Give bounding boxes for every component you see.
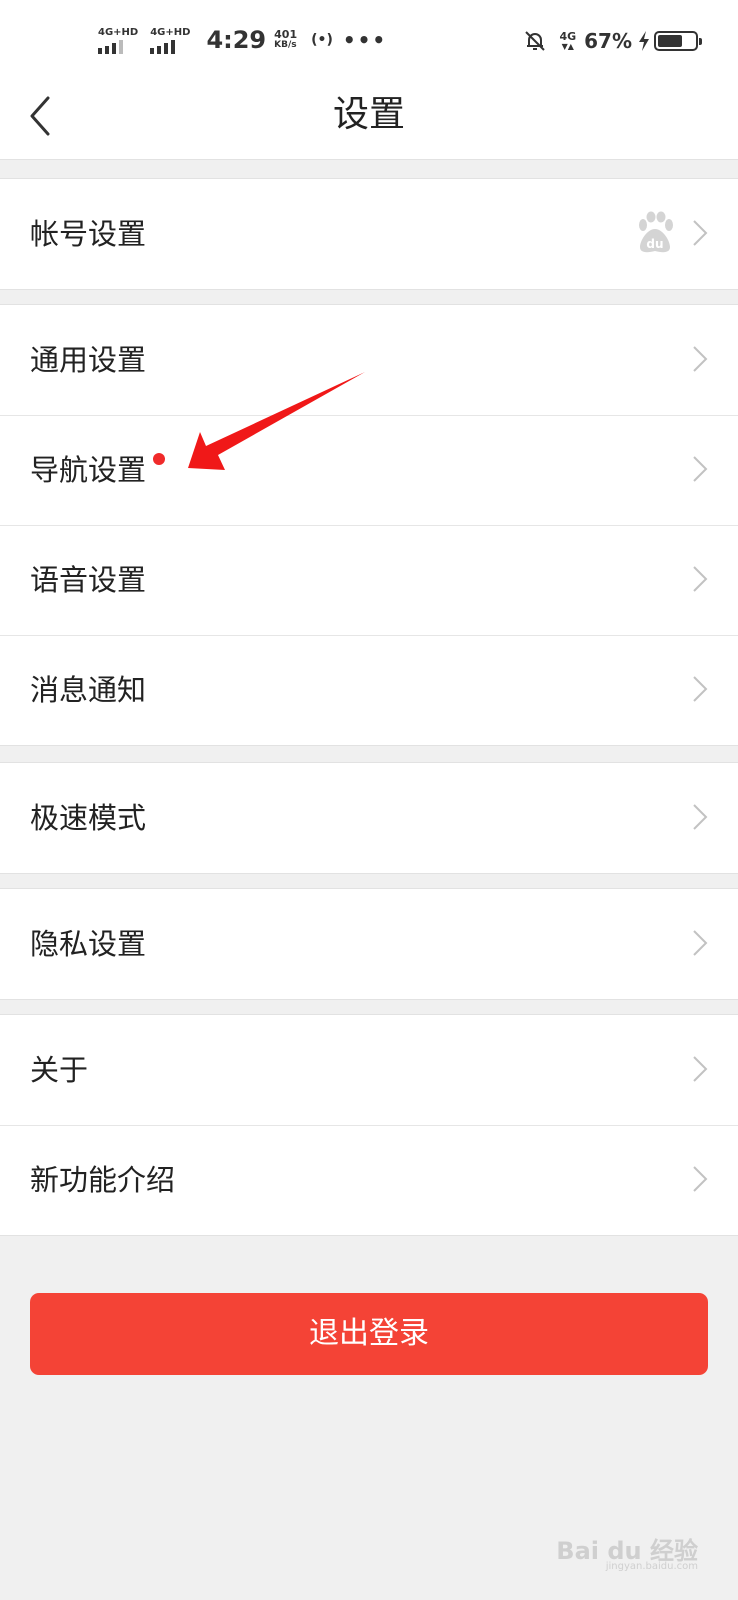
sim1-label: 4G+HD [98,26,139,38]
battery-tip [699,38,702,45]
settings-item-speed-mode[interactable]: 极速模式 [0,763,738,873]
settings-item-notifications[interactable]: 消息通知 [0,635,738,745]
svg-text:du: du [646,237,663,251]
settings-item-label: 新功能介绍 [30,1163,176,1197]
status-time: 4:29 [206,26,267,54]
chevron-right-icon [693,566,708,592]
logout-button[interactable]: 退出登录 [30,1293,708,1375]
baidu-paw-icon: du [639,211,673,253]
net-speed-unit: KB/s [274,40,297,50]
chevron-right-icon [693,346,708,372]
signal-bars-icon [98,39,123,54]
sim2-label: 4G+HD [150,26,191,38]
network-indicator: 4G ▼▲ [559,31,576,51]
settings-group-general: 通用设置 导航设置 语音设置 消息通知 [0,304,738,746]
settings-group-privacy: 隐私设置 [0,888,738,1000]
settings-item-label: 极速模式 [30,801,147,835]
net-speed: 401 KB/s [274,29,297,51]
battery-icon [654,31,702,51]
settings-item-label: 关于 [30,1053,89,1087]
status-left: 4G+HD 4G+HD 4:29 401 KB/s (•) ••• [98,22,387,58]
status-right: 4G ▼▲ 67% [523,24,702,58]
chevron-right-icon [693,220,708,246]
more-notifications-icon: ••• [342,28,388,52]
settings-item-label: 隐私设置 [30,927,147,961]
settings-item-whats-new[interactable]: 新功能介绍 [0,1125,738,1235]
chevron-right-icon [693,1056,708,1082]
settings-item-privacy[interactable]: 隐私设置 [0,889,738,999]
settings-item-label: 导航设置 [30,453,147,487]
signal-bars-icon [150,39,176,54]
new-badge-dot [153,453,165,465]
chevron-right-icon [693,930,708,956]
bell-muted-icon [525,31,546,51]
settings-item-general[interactable]: 通用设置 [0,305,738,415]
sim2-signal: 4G+HD [150,27,190,54]
charging-bolt-icon [639,31,649,51]
battery-fill [658,35,682,47]
settings-group-speed: 极速模式 [0,762,738,874]
watermark-url: jingyan.baidu.com [605,1561,698,1572]
hotspot-icon: (•) [311,32,333,48]
settings-item-navigation[interactable]: 导航设置 [0,415,738,525]
net-speed-value: 401 [274,28,298,41]
chevron-right-icon [693,676,708,702]
settings-item-label: 语音设置 [30,563,147,597]
chevron-right-icon [693,1166,708,1192]
settings-item-label: 消息通知 [30,673,147,707]
settings-item-label: 帐号设置 [30,217,147,251]
battery-percent: 67% [584,29,632,53]
data-arrows-icon: ▼▲ [561,42,574,51]
settings-group-account: 帐号设置 du [0,178,738,290]
sim1-signal: 4G+HD [98,27,138,54]
settings-item-about[interactable]: 关于 [0,1015,738,1125]
settings-item-account[interactable]: 帐号设置 du [0,179,738,289]
settings-item-voice[interactable]: 语音设置 [0,525,738,635]
nav-bar: 设置 [0,80,738,160]
baidu-jingyan-watermark: Bai du 经验 jingyan.baidu.com [556,1531,698,1572]
settings-item-label: 通用设置 [30,343,147,377]
status-bar: 4G+HD 4G+HD 4:29 401 KB/s (•) ••• 4G ▼▲ … [0,0,738,80]
settings-group-about: 关于 新功能介绍 [0,1014,738,1236]
page-title: 设置 [332,94,405,135]
chevron-right-icon [693,456,708,482]
chevron-right-icon [693,804,708,830]
